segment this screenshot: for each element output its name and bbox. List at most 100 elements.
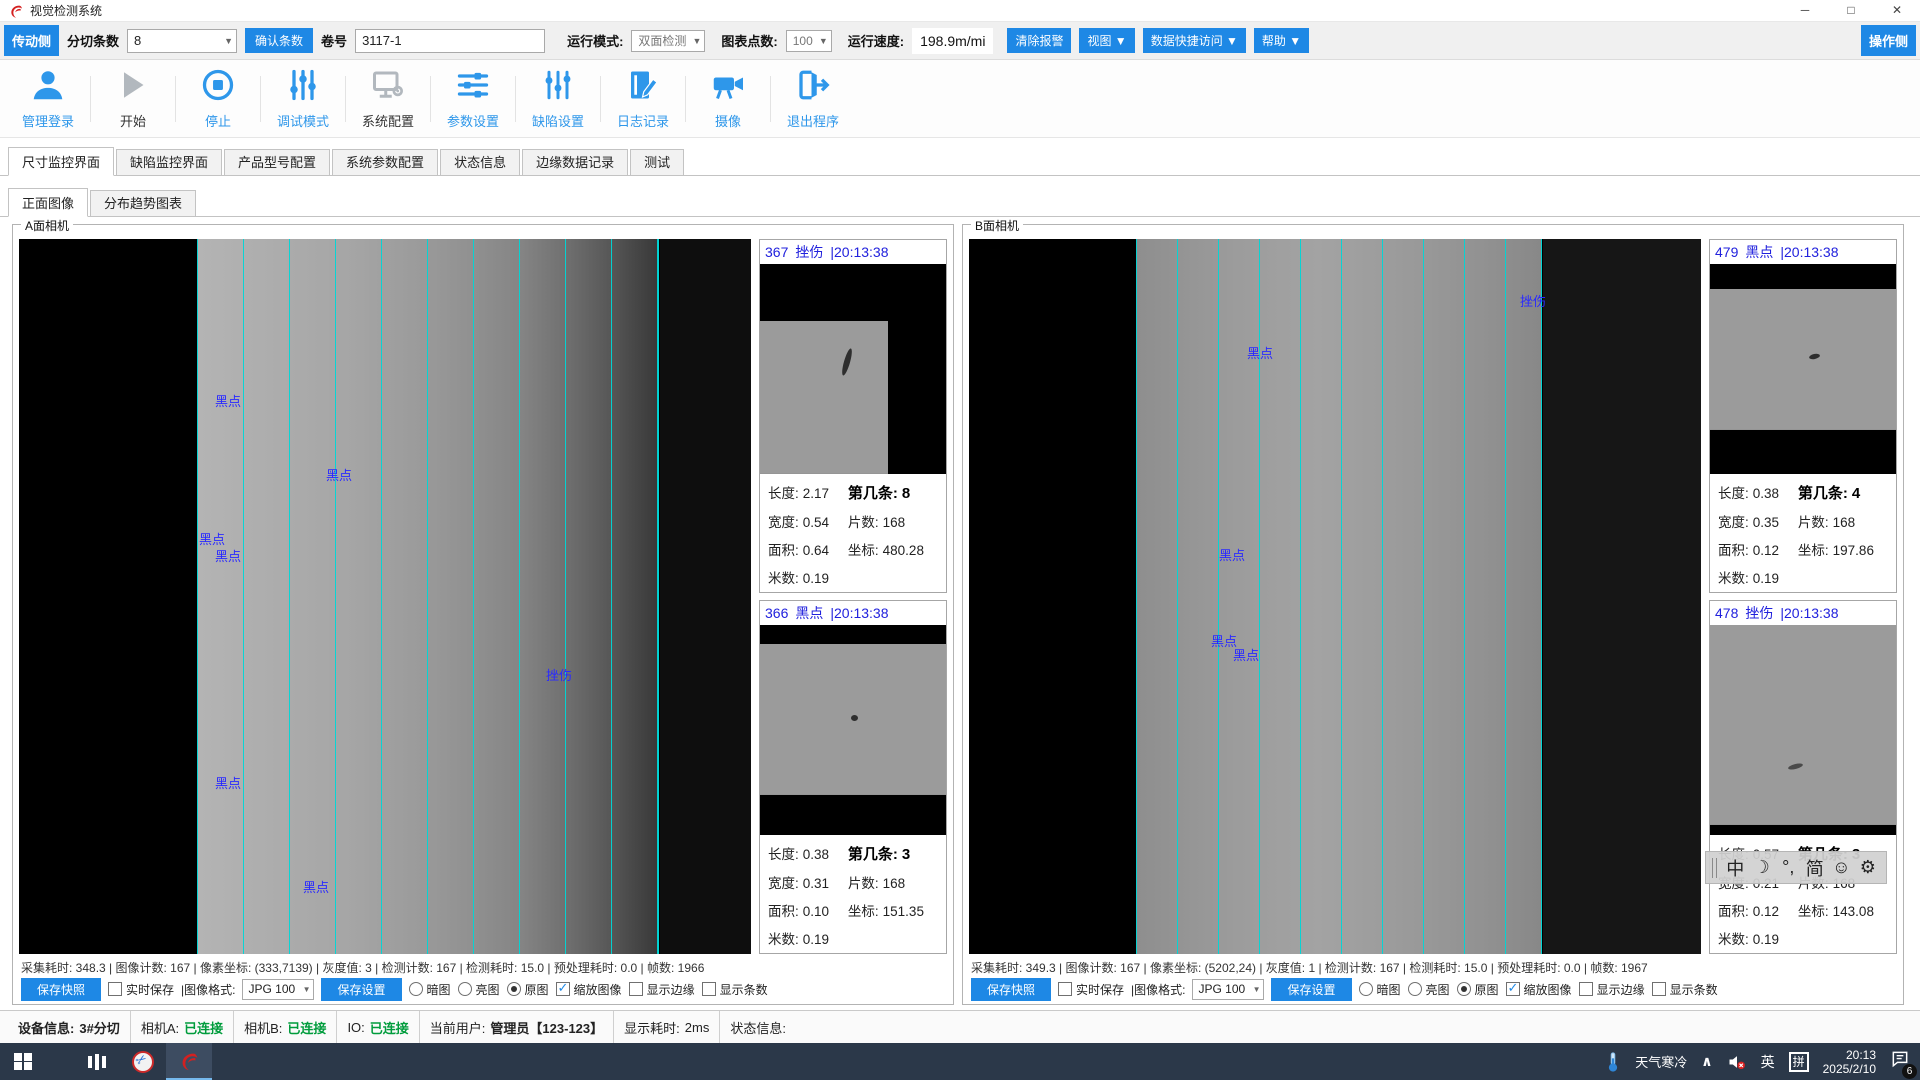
toolbar-item-log-record[interactable]: 日志记录 — [603, 67, 683, 130]
transmission-side-button[interactable]: 传动侧 — [4, 25, 59, 56]
checkbox-show-count[interactable]: 显示条数 — [1652, 981, 1718, 998]
camera-panels: A面相机 黑点黑点黑点黑点挫伤黑点黑点 367 挫伤 |20:13:38 — [12, 224, 1904, 1005]
ime-emoji-button[interactable]: ☺ — [1829, 857, 1854, 878]
checkbox-show-count[interactable]: 显示条数 — [702, 981, 768, 998]
radio-dark-image[interactable]: 暗图 — [1359, 981, 1401, 998]
toolbar-item-capture[interactable]: 摄像 — [688, 67, 768, 130]
ime-punctuation-toggle[interactable]: °, — [1776, 857, 1801, 878]
camera-status-line: 采集耗时: 348.3 | 图像计数: 167 | 像素坐标: (333,713… — [21, 959, 949, 976]
close-button[interactable]: ✕ — [1874, 0, 1920, 22]
thumb-material — [760, 321, 888, 474]
realtime-save-checkbox[interactable]: 实时保存 — [1058, 981, 1124, 998]
weather-widget[interactable]: 天气寒冷 — [1635, 1052, 1687, 1071]
toolbar-item-label: 调试模式 — [277, 111, 329, 130]
ime-drag-handle[interactable] — [1712, 858, 1717, 878]
ime-lang-chinese[interactable]: 中 — [1723, 855, 1748, 881]
defect-time: |20:13:38 — [1780, 244, 1838, 260]
tab-product-config[interactable]: 产品型号配置 — [224, 149, 330, 175]
radio-icon — [1359, 982, 1373, 996]
radio-original-image[interactable]: 原图 — [1457, 981, 1499, 998]
toolbar-separator — [175, 76, 176, 122]
defect-thumbnail[interactable] — [760, 625, 946, 835]
view-menu-button[interactable]: 视图 ▼ — [1079, 28, 1134, 53]
save-settings-button[interactable]: 保存设置 — [321, 978, 401, 1001]
subtab-front-image[interactable]: 正面图像 — [8, 188, 88, 217]
defect-card-header: 366 黑点 |20:13:38 — [760, 601, 946, 625]
toolbar-item-debug-mode[interactable]: 调试模式 — [263, 67, 343, 130]
radio-dark-image[interactable]: 暗图 — [409, 981, 451, 998]
tab-system-params[interactable]: 系统参数配置 — [332, 149, 438, 175]
stop-icon — [200, 67, 236, 108]
radio-bright-image[interactable]: 亮图 — [458, 981, 500, 998]
minimize-button[interactable]: ─ — [1782, 0, 1828, 22]
start-button[interactable] — [0, 1043, 46, 1080]
toolbar-item-start[interactable]: 开始 — [93, 67, 173, 130]
toolbar-item-exit-program[interactable]: 退出程序 — [773, 67, 853, 130]
display-time-value: 2ms — [685, 1020, 710, 1035]
app-logo-icon — [178, 1050, 200, 1072]
notification-center-button[interactable]: 6 — [1890, 1049, 1910, 1074]
toolbar-separator — [90, 76, 91, 122]
material-strips — [197, 239, 660, 954]
checkbox-zoom-image[interactable]: 缩放图像 — [556, 981, 622, 998]
data-quick-access-button[interactable]: 数据快捷访问 ▼ — [1143, 28, 1246, 53]
tab-defect-monitor[interactable]: 缺陷监控界面 — [116, 149, 222, 175]
roll-number-input[interactable] — [355, 29, 545, 53]
defect-thumbnail[interactable] — [760, 264, 946, 474]
tab-edge-data[interactable]: 边缘数据记录 — [522, 149, 628, 175]
realtime-save-checkbox[interactable]: 实时保存 — [108, 981, 174, 998]
toolbar-item-stop[interactable]: 停止 — [178, 67, 258, 130]
checkbox-show-edge[interactable]: 显示边缘 — [629, 981, 695, 998]
monitor-icon — [370, 67, 406, 108]
defect-thumbnail[interactable] — [1710, 264, 1896, 474]
radio-bright-image[interactable]: 亮图 — [1408, 981, 1450, 998]
save-snapshot-button[interactable]: 保存快照 — [21, 978, 101, 1001]
clear-alarm-button[interactable]: 清除报警 — [1007, 28, 1071, 53]
clock[interactable]: 20:13 2025/2/10 — [1823, 1048, 1876, 1076]
device-info-value: 3#分切 — [79, 1018, 119, 1037]
vision-app-taskbar-button[interactable] — [166, 1043, 212, 1080]
slit-count-combo[interactable]: 8 ▼ — [127, 29, 237, 53]
checkbox-show-edge[interactable]: 显示边缘 — [1579, 981, 1645, 998]
task-view-icon — [88, 1054, 106, 1070]
task-view-button[interactable] — [74, 1043, 120, 1080]
toolbar-item-defect-settings[interactable]: 缺陷设置 — [518, 67, 598, 130]
toolbar-item-admin-login[interactable]: 管理登录 — [8, 67, 88, 130]
ime-settings-button[interactable]: ⚙ — [1856, 857, 1881, 878]
image-format-combo[interactable]: JPG 100 ▼ — [1192, 979, 1264, 1000]
tab-test[interactable]: 测试 — [630, 149, 684, 175]
snipping-tool-button[interactable] — [120, 1043, 166, 1080]
defect-stats: 长度:0.38 第几条:3 宽度:0.31 片数:168 面积:0.10 坐标:… — [760, 835, 946, 953]
toolbar-item-system-config[interactable]: 系统配置 — [348, 67, 428, 130]
ime-fullwidth-toggle[interactable]: ☽ — [1749, 857, 1774, 878]
hidden-icons-chevron[interactable]: ∧ — [1701, 1053, 1712, 1070]
ime-language-bar: 中☽°,简☺⚙ — [1705, 851, 1887, 884]
language-indicator[interactable]: 英 — [1761, 1052, 1775, 1072]
save-settings-button[interactable]: 保存设置 — [1271, 978, 1351, 1001]
defect-list: 479 黑点 |20:13:38 长度:0.38 第几条:4 宽度:0.35 片… — [1709, 239, 1897, 954]
speaker-muted-icon[interactable] — [1727, 1053, 1747, 1071]
camera-title: B面相机 — [971, 217, 1023, 234]
defect-card-header: 479 黑点 |20:13:38 — [1710, 240, 1896, 264]
image-dim-zone — [660, 239, 751, 954]
run-mode-combo[interactable]: 双面检测 ▼ — [631, 30, 705, 52]
ime-mode-indicator[interactable]: 拼 — [1789, 1052, 1809, 1072]
thumb-material — [1710, 289, 1896, 430]
radio-icon — [1457, 982, 1471, 996]
thumb-material — [1710, 625, 1896, 825]
checkbox-zoom-image[interactable]: 缩放图像 — [1506, 981, 1572, 998]
radio-original-image[interactable]: 原图 — [507, 981, 549, 998]
toolbar-item-param-settings[interactable]: 参数设置 — [433, 67, 513, 130]
defect-thumbnail[interactable] — [1710, 625, 1896, 835]
ime-simplified-toggle[interactable]: 简 — [1802, 855, 1827, 881]
chart-points-combo[interactable]: 100 ▼ — [786, 30, 832, 52]
tab-size-monitor[interactable]: 尺寸监控界面 — [8, 147, 114, 176]
maximize-button[interactable]: □ — [1828, 0, 1874, 22]
subtab-trend-chart[interactable]: 分布趋势图表 — [90, 190, 196, 216]
help-menu-button[interactable]: 帮助 ▼ — [1254, 28, 1309, 53]
confirm-count-button[interactable]: 确认条数 — [245, 28, 313, 53]
operation-side-button[interactable]: 操作侧 — [1861, 25, 1916, 56]
tab-status-info[interactable]: 状态信息 — [440, 149, 520, 175]
save-snapshot-button[interactable]: 保存快照 — [971, 978, 1051, 1001]
image-format-combo[interactable]: JPG 100 ▼ — [242, 979, 314, 1000]
